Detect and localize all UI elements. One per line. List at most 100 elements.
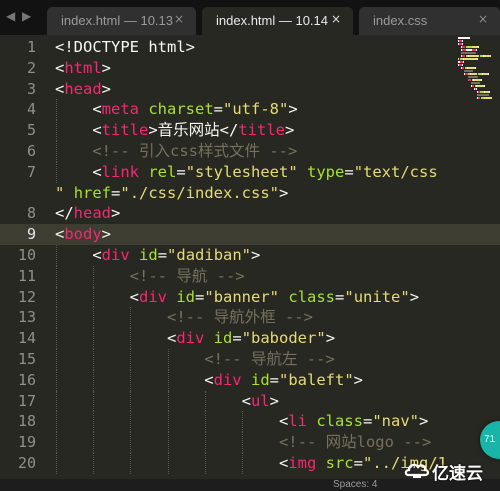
- code-text: <: [55, 329, 177, 348]
- code-line[interactable]: 10 <div id="dadiban">: [0, 244, 500, 266]
- code-line[interactable]: 12 <div id="banner" class="unite">: [0, 286, 500, 308]
- code-text: >: [419, 412, 429, 431]
- comment: <!-- 导航左 -->: [204, 349, 335, 368]
- line-number: 4: [26, 100, 36, 119]
- code-text: </: [55, 204, 74, 223]
- tag-name: div: [139, 287, 167, 306]
- code-line[interactable]: 17 <ul>: [0, 390, 500, 412]
- minimap-stroke: [477, 94, 490, 96]
- tab-index-html-1013[interactable]: index.html — 10.13 ×: [47, 7, 196, 35]
- comment: <!-- 导航 -->: [129, 266, 245, 285]
- code-line[interactable]: 7 <link rel="stylesheet" type="text/css: [0, 161, 500, 183]
- minimap-stroke: [478, 97, 481, 99]
- code-text: >: [269, 391, 279, 410]
- code-content: <head>: [55, 79, 460, 100]
- code-content: <!-- 引入css样式文件 -->: [55, 141, 460, 162]
- line-number: 8: [26, 204, 36, 223]
- code-line[interactable]: 18 <li class="nav">: [0, 411, 500, 433]
- code-text: <: [55, 58, 65, 77]
- tab-scroll-left-button[interactable]: ◀: [6, 9, 15, 23]
- line-number: 18: [17, 412, 36, 431]
- code-content: <!-- 导航左 -->: [55, 349, 460, 370]
- comment: <!-- 导航外框 -->: [166, 308, 313, 327]
- code-line[interactable]: 2 <html>: [0, 58, 500, 79]
- minimap-stroke: [488, 73, 490, 75]
- tab-label: index.html — 10.14: [216, 13, 329, 28]
- code-text: =: [157, 245, 168, 264]
- code-line[interactable]: 4 <meta charset="utf-8">: [0, 99, 500, 121]
- tag-name: body: [64, 225, 102, 244]
- minimap-stroke: [478, 91, 480, 93]
- code-line[interactable]: 19 <!-- 网站logo -->: [0, 432, 500, 453]
- line-number: 13: [17, 308, 36, 327]
- code-text: >: [101, 79, 112, 98]
- minimap-stroke: [483, 85, 485, 87]
- line-number: 10: [17, 245, 36, 264]
- code-text: >: [353, 370, 363, 389]
- attribute-name: id: [213, 329, 233, 348]
- code-text: >: [101, 225, 112, 244]
- tag-name: title: [238, 121, 286, 140]
- code-content: <!-- 导航外框 -->: [55, 307, 460, 328]
- code-content: <title>音乐网站</title>: [55, 120, 460, 141]
- tab-index-css[interactable]: index.css ×: [359, 7, 500, 35]
- code-line-current[interactable]: 9 <body>: [0, 224, 500, 245]
- minimap-stroke: [462, 55, 466, 57]
- close-icon[interactable]: ×: [478, 12, 488, 26]
- line-number: 12: [17, 287, 36, 306]
- tag-name: link: [101, 162, 139, 181]
- attribute-name: id: [139, 245, 158, 264]
- attribute-name: class: [316, 412, 363, 431]
- minimap-stroke: [465, 73, 468, 75]
- code-text: >音乐网站</: [148, 121, 239, 140]
- minimap-stroke: [467, 67, 475, 69]
- tab-bar: ◀ ▶ index.html — 10.13 × index.html — 10…: [0, 0, 500, 35]
- minimap[interactable]: [458, 37, 498, 117]
- tab-index-html-1014[interactable]: index.html — 10.14 ×: [202, 7, 353, 35]
- minimap-stroke: [477, 58, 478, 60]
- code-line[interactable]: " href="./css/index.css">: [0, 183, 500, 204]
- close-icon[interactable]: ×: [331, 12, 341, 26]
- minimap-stroke: [462, 40, 463, 42]
- tag-name: div: [101, 245, 130, 264]
- minimap-stroke: [484, 97, 492, 99]
- tab-scroll-right-button[interactable]: ▶: [22, 9, 31, 23]
- close-icon[interactable]: ×: [174, 12, 184, 26]
- string-value: "stylesheet": [185, 162, 298, 181]
- minimap-stroke: [464, 70, 474, 72]
- tag-name: ul: [250, 391, 270, 410]
- minimap-stroke: [474, 79, 482, 81]
- cloud-logo-icon: [404, 463, 430, 478]
- code-text: <: [55, 453, 289, 472]
- code-line[interactable]: 6 <!-- 引入css样式文件 -->: [0, 140, 500, 162]
- code-text: >: [288, 100, 298, 119]
- code-text: <: [55, 245, 102, 264]
- line-number: 7: [26, 162, 36, 181]
- comment: <!-- 网站logo -->: [278, 433, 432, 452]
- code-line[interactable]: 11 <!-- 导航 -->: [0, 265, 500, 287]
- code-line[interactable]: 14 <div id="baboder">: [0, 328, 500, 349]
- line-number: 19: [17, 433, 36, 452]
- code-line[interactable]: 1 <!DOCTYPE html>: [0, 37, 500, 58]
- code-text: >: [409, 287, 420, 306]
- code-text: <: [55, 79, 65, 98]
- minimap-stroke: [481, 79, 482, 81]
- code-line[interactable]: 15 <!-- 导航左 -->: [0, 348, 500, 370]
- code-text: <: [55, 162, 102, 181]
- code-line[interactable]: 16 <div id="baleft">: [0, 369, 500, 391]
- indentation-status[interactable]: Spaces: 4: [333, 479, 377, 491]
- code-text: <: [55, 121, 102, 140]
- code-line[interactable]: 13 <!-- 导航外框 -->: [0, 307, 500, 329]
- code-editor[interactable]: 1 <!DOCTYPE html> 2 <html> 3 <head> 4 <meta ch…: [0, 37, 500, 479]
- code-text: >: [251, 245, 261, 264]
- code-line[interactable]: 3 <head>: [0, 79, 500, 100]
- minimap-stroke: [483, 55, 491, 57]
- code-line[interactable]: 5 <title>音乐网站</title>: [0, 120, 500, 141]
- minimap-stroke: [468, 79, 471, 81]
- code-content: <div id="baboder">: [55, 328, 460, 349]
- code-line[interactable]: 8 </head>: [0, 203, 500, 224]
